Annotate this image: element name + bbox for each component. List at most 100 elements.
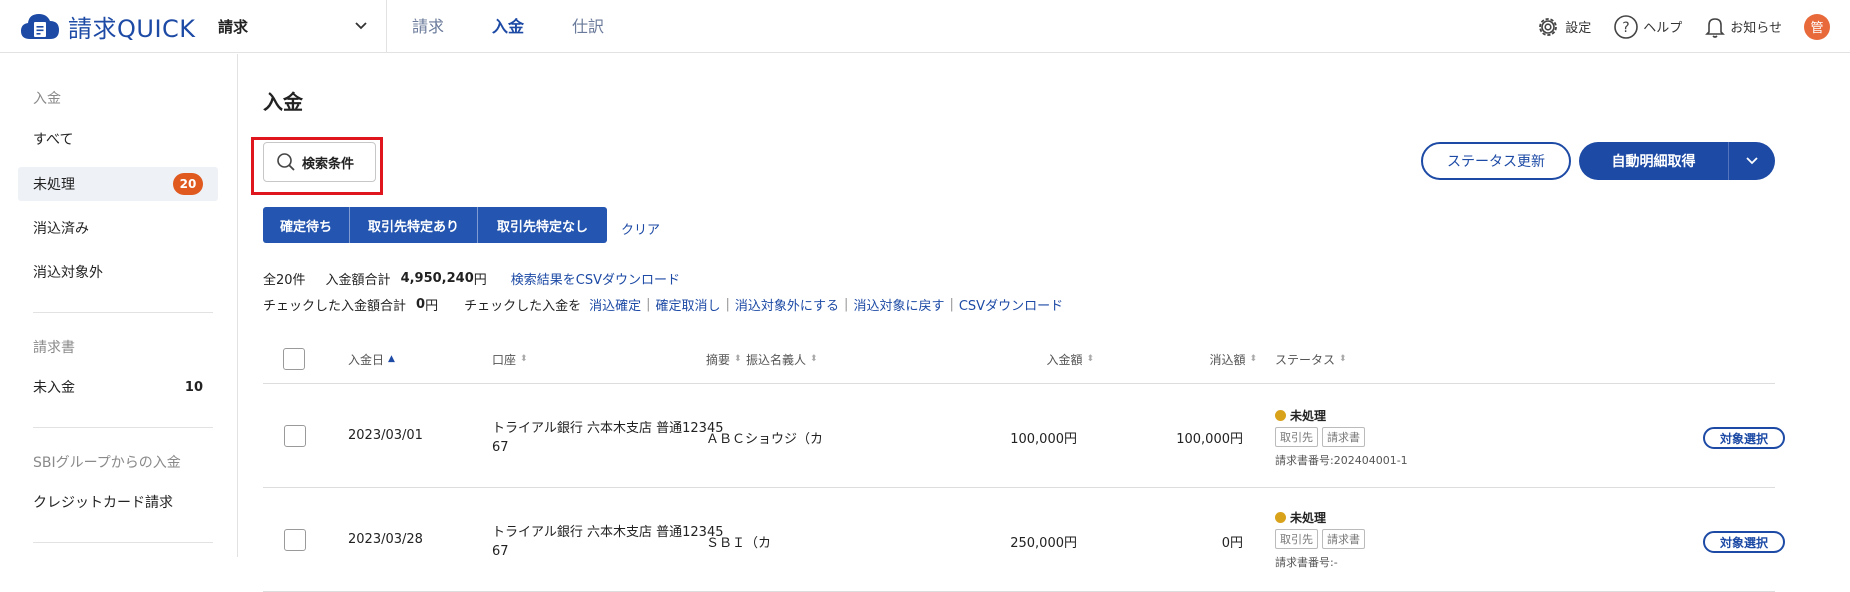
status-text: 未処理 (1290, 409, 1327, 423)
search-conditions-label: 検索条件 (302, 156, 355, 172)
auto-fetch-split-button: 自動明細取得 (1579, 142, 1775, 180)
search-conditions-button[interactable]: 検索条件 (263, 142, 376, 182)
unprocessed-count-badge: 20 (173, 173, 203, 195)
main-nav: 請求 入金 仕訳 (412, 0, 652, 53)
column-label: 入金日 (348, 352, 385, 367)
row-status: 未処理 取引先 請求書 請求書番号:- (1275, 509, 1369, 570)
sidebar-heading-payment: 入金 (33, 91, 61, 107)
column-header-amount[interactable]: 入金額 ⬍ (988, 334, 1094, 384)
row-payer: ＡＢＣショウジ（カ (706, 432, 824, 447)
clear-filters-link[interactable]: クリア (621, 219, 660, 238)
sidebar-item-unpaid[interactable]: 未入金 10 (18, 370, 218, 404)
column-label: 振込名義人 (746, 352, 807, 367)
sidebar-item-all[interactable]: すべて (18, 122, 218, 156)
checked-action-label: チェックした入金を (464, 299, 582, 314)
tag-invoice: 請求書 (1322, 427, 1365, 447)
page-title: 入金 (263, 90, 303, 114)
sidebar-item-label: クレジットカード請求 (33, 495, 173, 511)
auto-fetch-dropdown-toggle[interactable] (1729, 142, 1775, 180)
status-filter-group: 確定待ち 取引先特定あり 取引先特定なし (263, 207, 607, 243)
auto-fetch-button[interactable]: 自動明細取得 (1579, 142, 1729, 180)
sidebar-item-credit-card[interactable]: クレジットカード請求 (18, 485, 218, 519)
status-update-button[interactable]: ステータス更新 (1421, 142, 1571, 180)
row-account-line1: トライアル銀行 六本木支店 普通12345 (492, 421, 724, 436)
sidebar-item-label: 未処理 (33, 177, 75, 193)
checked-amount-label: チェックした入金額合計 (263, 299, 407, 314)
app-logo[interactable]: 請求QUICK (20, 8, 196, 44)
bell-icon (1705, 17, 1726, 38)
status-dot-icon (1275, 410, 1286, 421)
column-header-account[interactable]: 口座 ⬍ (492, 334, 528, 384)
row-date: 2023/03/01 (348, 428, 423, 443)
row-status: 未処理 取引先 請求書 請求書番号:202404001-1 (1275, 407, 1408, 468)
column-header-payer[interactable]: 振込名義人 ⬍ (746, 334, 818, 384)
sidebar-item-label: 消込対象外 (33, 265, 103, 281)
sidebar-divider (33, 542, 213, 543)
select-all-checkbox[interactable] (283, 348, 305, 370)
sidebar-item-label: 消込済み (33, 221, 89, 237)
action-restore-target[interactable]: 消込対象に戻す (853, 295, 944, 314)
sidebar: 入金 すべて 未処理 20 消込済み 消込対象外 請求書 未入金 10 SBIグ… (0, 54, 238, 557)
status-text: 未処理 (1290, 511, 1327, 525)
svg-text:?: ? (1623, 20, 1630, 36)
row-account: トライアル銀行 六本木支店 普通12345 67 (492, 523, 724, 561)
table-row[interactable]: 2023/03/28 トライアル銀行 六本木支店 普通12345 67 ＳＢＩ（… (263, 489, 1785, 592)
logo-text: 請求QUICK (68, 14, 196, 43)
sidebar-item-label: すべて (33, 132, 74, 148)
filter-partner-unidentified[interactable]: 取引先特定なし (478, 207, 607, 243)
amount-total-value: 4,950,240 (400, 271, 474, 286)
unpaid-count: 10 (184, 379, 203, 395)
row-checkbox-cell (284, 425, 306, 447)
row-checkbox[interactable] (284, 425, 306, 447)
sort-icon: ⬍ (520, 354, 528, 364)
invoice-number: 請求書番号:202404001-1 (1275, 454, 1408, 467)
column-header-reconciled[interactable]: 消込額 ⬍ (1121, 334, 1257, 384)
sidebar-divider (33, 427, 213, 428)
help-label: ヘルプ (1643, 21, 1683, 36)
filter-pending-confirmation[interactable]: 確定待ち (263, 207, 350, 243)
sidebar-item-excluded[interactable]: 消込対象外 (18, 255, 218, 289)
column-label: 摘要 (706, 352, 731, 367)
chevron-down-icon (355, 22, 367, 30)
nav-tab-payment[interactable]: 入金 (492, 0, 524, 53)
column-label: 入金額 (1046, 352, 1083, 367)
help-link[interactable]: ? ヘルプ (1613, 14, 1682, 40)
row-account-line2: 67 (492, 544, 509, 559)
nav-tab-invoice[interactable]: 請求 (412, 0, 444, 53)
sidebar-item-reconciled[interactable]: 消込済み (18, 211, 218, 245)
column-header-status[interactable]: ステータス ⬍ (1275, 334, 1347, 384)
action-exclude[interactable]: 消込対象外にする (735, 295, 839, 314)
separator: | (725, 297, 730, 312)
status-tags: 取引先 請求書 (1275, 529, 1369, 549)
nav-tab-journal[interactable]: 仕訳 (572, 0, 604, 53)
invoice-number: 請求書番号:- (1275, 556, 1338, 569)
checked-amount-value: 0 (416, 297, 426, 312)
column-label: 口座 (492, 352, 517, 367)
row-date: 2023/03/28 (348, 532, 423, 547)
app-select-dropdown[interactable]: 請求 (218, 10, 368, 42)
action-confirm-reconcile[interactable]: 消込確定 (589, 295, 641, 314)
select-target-button[interactable]: 対象選択 (1703, 531, 1785, 553)
column-label: 消込額 (1209, 352, 1246, 367)
filter-partner-identified[interactable]: 取引先特定あり (350, 207, 478, 243)
sort-icon: ⬍ (1339, 354, 1347, 364)
column-header-summary[interactable]: 摘要 ⬍ (706, 334, 742, 384)
row-account-line1: トライアル銀行 六本木支店 普通12345 (492, 525, 724, 540)
csv-download-results-link[interactable]: 検索結果をCSVダウンロード (511, 269, 680, 288)
amount-total-label: 入金額合計 (325, 273, 391, 288)
settings-link[interactable]: 設定 (1535, 14, 1591, 40)
user-avatar[interactable]: 管 (1804, 13, 1830, 40)
row-checkbox[interactable] (284, 529, 306, 551)
row-account-line2: 67 (492, 440, 509, 455)
notifications-link[interactable]: お知らせ (1704, 15, 1782, 39)
app-select-value: 請求 (218, 17, 249, 36)
table-row[interactable]: 2023/03/01 トライアル銀行 六本木支店 普通12345 67 ＡＢＣシ… (263, 385, 1785, 488)
column-header-date[interactable]: 入金日 ▲ (348, 334, 395, 384)
sidebar-item-unprocessed[interactable]: 未処理 20 (18, 167, 218, 201)
table-header: 入金日 ▲ 口座 ⬍ 摘要 ⬍ 振込名義人 ⬍ 入金額 ⬍ 消込額 ⬍ ステータ… (263, 334, 1775, 384)
action-cancel-confirmation[interactable]: 確定取消し (656, 295, 721, 314)
select-target-button[interactable]: 対象選択 (1703, 427, 1785, 449)
action-csv-download[interactable]: CSVダウンロード (959, 295, 1063, 314)
sidebar-heading-invoices: 請求書 (33, 340, 75, 356)
amount-total-unit: 円 (473, 273, 487, 288)
